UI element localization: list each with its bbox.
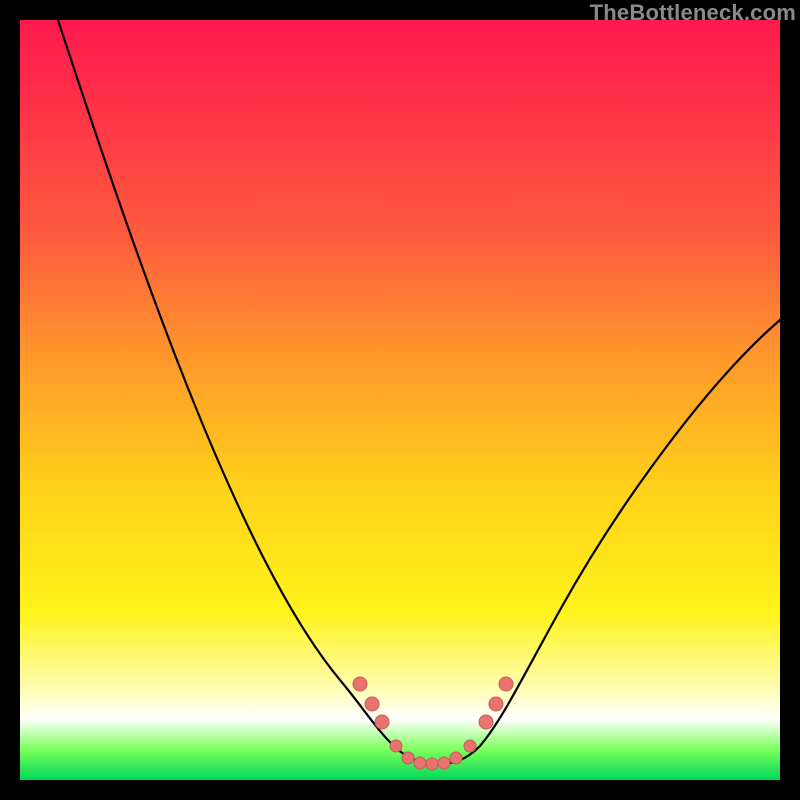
- watermark-text: TheBottleneck.com: [590, 0, 796, 26]
- marker-dot: [402, 752, 414, 764]
- bottleneck-curve: [58, 20, 780, 764]
- marker-dot: [499, 677, 513, 691]
- marker-dot: [390, 740, 402, 752]
- marker-dot: [438, 757, 450, 769]
- marker-dot: [450, 752, 462, 764]
- marker-dot: [414, 757, 426, 769]
- plot-area: [20, 20, 780, 780]
- chart-frame: [20, 20, 780, 780]
- marker-dot: [365, 697, 379, 711]
- marker-dot: [479, 715, 493, 729]
- marker-dot: [426, 758, 438, 770]
- marker-dot: [375, 715, 389, 729]
- curve-layer: [20, 20, 780, 780]
- marker-dot: [353, 677, 367, 691]
- marker-dot: [489, 697, 503, 711]
- marker-dot: [464, 740, 476, 752]
